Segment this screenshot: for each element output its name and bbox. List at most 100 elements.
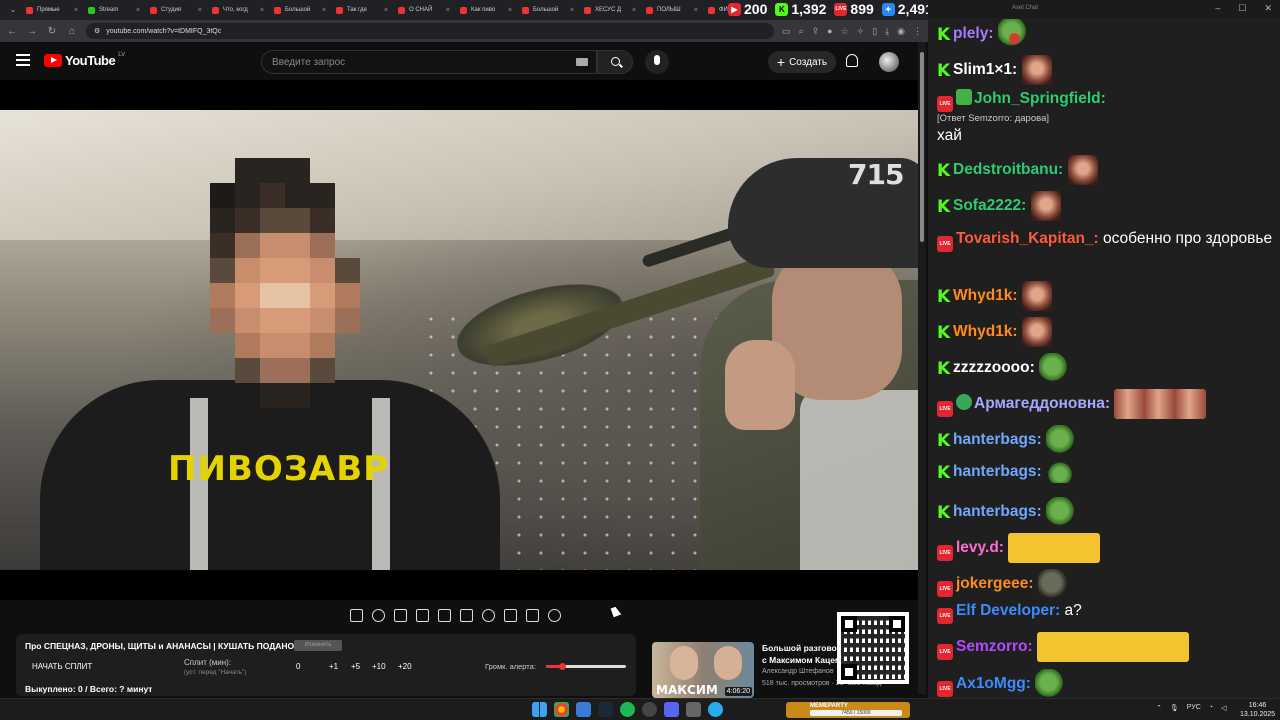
speed-gauge-icon[interactable] xyxy=(482,608,495,622)
volume-icon[interactable]: ◁ xyxy=(1221,704,1226,712)
mic-icon[interactable]: 🎙 xyxy=(1170,704,1179,712)
theater-icon[interactable] xyxy=(438,608,451,622)
chevron-up-icon[interactable]: ⌃ xyxy=(1156,704,1162,712)
browser-tab[interactable]: Так где × xyxy=(332,1,392,19)
chat-username[interactable]: zzzzzoooo: xyxy=(953,359,1035,376)
keyboard-icon[interactable] xyxy=(576,58,588,66)
tab-close-icon[interactable]: × xyxy=(322,7,326,14)
tab-search-icon[interactable]: ⌄ xyxy=(6,3,20,17)
cast-icon[interactable]: ▭ xyxy=(782,26,791,37)
explorer-icon[interactable] xyxy=(576,702,591,717)
extensions-icon[interactable]: ✧ xyxy=(857,26,865,37)
loop-icon[interactable] xyxy=(350,608,363,622)
broadcast-icon[interactable] xyxy=(372,608,385,622)
menu-dots-icon[interactable]: ⋮ xyxy=(913,26,922,37)
adblock-icon[interactable]: ● xyxy=(827,26,832,37)
tab-close-icon[interactable]: × xyxy=(74,7,78,14)
browser-tab[interactable]: Прямые × xyxy=(22,1,82,19)
recommended-title[interactable]: Большой разговор с Максимом Кацем xyxy=(762,642,842,666)
tab-close-icon[interactable]: × xyxy=(694,7,698,14)
reload-icon[interactable]: ↻ xyxy=(46,26,58,37)
bookmark-icon[interactable]: ☆ xyxy=(841,26,849,37)
home-icon[interactable]: ⌂ xyxy=(66,26,78,37)
search-input[interactable]: Введите запрос xyxy=(261,50,597,74)
chat-username[interactable]: Tovarish_Kapitan_: xyxy=(956,230,1099,247)
spotify-icon[interactable] xyxy=(620,702,635,717)
tab-close-icon[interactable]: × xyxy=(570,7,574,14)
search-button[interactable] xyxy=(597,50,633,74)
tab-close-icon[interactable]: × xyxy=(632,7,636,14)
youtube-logo[interactable]: YouTube LV xyxy=(44,52,125,68)
wifi-icon[interactable]: ◔ xyxy=(1209,704,1213,712)
minimize-icon[interactable]: – xyxy=(1215,3,1220,14)
chat-username[interactable]: levy.d: xyxy=(956,539,1004,556)
browser-tab[interactable]: О СНАЙ × xyxy=(394,1,454,19)
split-step-button[interactable]: +20 xyxy=(398,662,412,671)
settings-gear-icon[interactable] xyxy=(548,608,561,622)
chat-username[interactable]: hanterbags: xyxy=(953,463,1042,480)
clapper-icon[interactable] xyxy=(416,608,429,622)
language-indicator[interactable]: РУС xyxy=(1187,704,1201,712)
browser-tab[interactable]: ХЕСУС Д × xyxy=(580,1,640,19)
discord-icon[interactable] xyxy=(664,702,679,717)
browser-tab[interactable]: Stream × xyxy=(84,1,144,19)
start-split-button[interactable]: НАЧАТЬ СПЛИТ xyxy=(32,662,92,671)
browser-tab[interactable]: ПОЛЫШ × xyxy=(642,1,702,19)
rename-button[interactable]: Изменить xyxy=(294,640,342,651)
recommended-channel[interactable]: Александр Штефанов xyxy=(762,668,834,675)
forward-arrow-icon[interactable]: → xyxy=(26,26,38,37)
chat-username[interactable]: Semzorro: xyxy=(956,638,1033,655)
split-step-button[interactable]: +1 xyxy=(329,662,338,671)
chat-username[interactable]: jokergeee: xyxy=(956,575,1034,592)
video-player[interactable]: ПИВОЗАВР 715 xyxy=(0,80,918,600)
hamburger-menu-icon[interactable] xyxy=(16,54,30,66)
tab-close-icon[interactable]: × xyxy=(136,7,140,14)
maximize-icon[interactable]: ☐ xyxy=(1238,3,1246,14)
profile-icon[interactable]: ◉ xyxy=(897,26,905,37)
chat-username[interactable]: Ax1oMgg: xyxy=(956,675,1031,692)
chrome-icon[interactable] xyxy=(554,702,569,717)
chat-username[interactable]: Whyd1k: xyxy=(953,323,1018,340)
split-step-button[interactable]: +5 xyxy=(351,662,360,671)
download-icon[interactable]: ⤓ xyxy=(885,26,889,37)
taskbar-clock[interactable]: 16:46 13.10.2025 xyxy=(1240,701,1275,719)
obs-icon[interactable] xyxy=(642,702,657,717)
page-scrollbar[interactable] xyxy=(918,42,926,694)
tab-close-icon[interactable]: × xyxy=(260,7,264,14)
tab-close-icon[interactable]: × xyxy=(384,7,388,14)
subtitles-icon[interactable] xyxy=(460,608,473,622)
app-icon[interactable] xyxy=(686,702,701,717)
telegram-icon[interactable] xyxy=(708,702,723,717)
voice-search-mic-icon[interactable] xyxy=(645,50,669,74)
browser-tab[interactable]: Как пиво × xyxy=(456,1,516,19)
chat-username[interactable]: hanterbags: xyxy=(953,503,1042,520)
back-arrow-icon[interactable]: ← xyxy=(6,26,18,37)
add-clip-icon[interactable] xyxy=(504,608,517,622)
browser-tab[interactable]: Большой × xyxy=(518,1,578,19)
tab-close-icon[interactable]: × xyxy=(508,7,512,14)
split-step-button[interactable]: +10 xyxy=(372,662,386,671)
chat-username[interactable]: Sofa2222: xyxy=(953,197,1026,214)
zoom-icon[interactable]: ⌕ xyxy=(799,26,804,37)
chat-username[interactable]: John_Springfield: xyxy=(974,90,1106,107)
steam-icon[interactable] xyxy=(598,702,613,717)
scrollbar-thumb[interactable] xyxy=(920,52,924,242)
tab-close-icon[interactable]: × xyxy=(198,7,202,14)
url-field[interactable]: ⚙ youtube.com/watch?v=tDMIFQ_3tQc xyxy=(86,23,775,39)
account-avatar[interactable] xyxy=(879,52,899,72)
pip-icon[interactable] xyxy=(394,608,407,622)
recommended-thumbnail[interactable]: МАКСИМ 4:06:20 xyxy=(652,642,754,698)
windows-start-icon[interactable] xyxy=(532,702,547,717)
memeparty-widget[interactable]: MEMEPARTY 7450 / 15000 xyxy=(786,702,910,718)
sidebar-icon[interactable]: ▯ xyxy=(872,26,877,37)
notifications-bell-icon[interactable] xyxy=(846,54,858,67)
tab-close-icon[interactable]: × xyxy=(446,7,450,14)
browser-tab[interactable]: Большой × xyxy=(270,1,330,19)
chat-username[interactable]: Whyd1k: xyxy=(953,287,1018,304)
chat-username[interactable]: Dedstroitbanu: xyxy=(953,161,1063,178)
alert-volume-knob[interactable] xyxy=(559,663,566,670)
alert-volume-slider[interactable] xyxy=(546,663,626,670)
screenshot-camera-icon[interactable] xyxy=(526,608,539,622)
chat-username[interactable]: Slim1×1: xyxy=(953,61,1017,78)
chat-username[interactable]: Elf Developer: xyxy=(956,602,1060,619)
